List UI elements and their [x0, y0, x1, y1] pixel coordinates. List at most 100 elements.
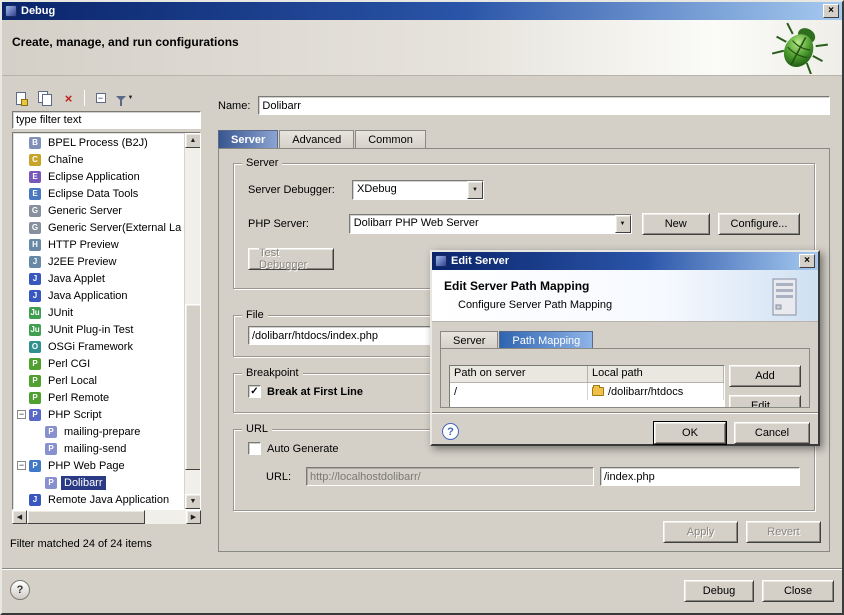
eclipse-data-tools-icon: E [29, 188, 41, 200]
breakpoint-group-title: Breakpoint [242, 367, 303, 379]
dropdown-arrow-icon[interactable]: ▼ [467, 181, 483, 199]
tree-item-label: JUnit [45, 306, 76, 320]
config-tree-container: BBPEL Process (B2J)CChaîneEEclipse Appli… [12, 132, 201, 510]
configure-server-button[interactable]: Configure... [718, 213, 800, 235]
file-group-title: File [242, 309, 268, 321]
tree-item-label: JUnit Plug-in Test [45, 323, 136, 337]
tree-item[interactable]: CChaîne [13, 151, 184, 168]
expander-icon[interactable]: − [17, 461, 26, 470]
tree-item[interactable]: H HTTP Preview [13, 236, 184, 253]
tree-item[interactable]: JJ2EE Preview [13, 253, 184, 270]
url-path-input[interactable] [600, 467, 800, 486]
duplicate-config-icon[interactable] [36, 90, 53, 107]
filter-input[interactable] [12, 111, 201, 129]
edit-mapping-button[interactable]: Edit... [729, 395, 801, 408]
ok-button[interactable]: OK [654, 422, 726, 444]
window-icon [5, 5, 17, 17]
tree-item[interactable]: EEclipse Application [13, 168, 184, 185]
modal-footer: ? OK Cancel [432, 412, 818, 452]
expander-spacer [17, 325, 28, 334]
http-preview-icon: H [29, 239, 41, 251]
tree-item[interactable]: JJava Application [13, 287, 184, 304]
debug-button[interactable]: Debug [684, 580, 754, 602]
tree-item[interactable]: PPerl Local [13, 372, 184, 389]
new-config-icon[interactable] [12, 90, 29, 107]
dropdown-arrow-icon[interactable]: ▼ [615, 215, 631, 233]
delete-config-icon[interactable]: × [60, 90, 77, 107]
scroll-down-icon[interactable]: ▼ [185, 494, 201, 509]
filter-icon[interactable]: ▼ [116, 90, 133, 107]
add-mapping-button[interactable]: Add [729, 365, 801, 387]
url-group-title: URL [242, 423, 272, 435]
help-icon[interactable]: ? [442, 423, 459, 440]
tree-item[interactable]: JuJUnit [13, 304, 184, 321]
php-script-icon: P [29, 409, 41, 421]
tree-item[interactable]: BBPEL Process (B2J) [13, 134, 184, 151]
tree-item[interactable]: GGeneric Server [13, 202, 184, 219]
scrollbar-track[interactable] [185, 148, 200, 494]
tree-item[interactable]: −PPHP Web Page [13, 457, 184, 474]
tab-common[interactable]: Common [355, 130, 426, 149]
scroll-right-icon[interactable]: ▶ [186, 510, 201, 524]
close-icon[interactable]: × [799, 254, 815, 268]
auto-generate-checkbox[interactable]: ✓ [248, 442, 261, 455]
name-label: Name: [218, 100, 250, 112]
php-server-select[interactable]: Dolibarr PHP Web Server ▼ [349, 214, 632, 234]
help-icon[interactable]: ? [10, 580, 30, 600]
tree-item[interactable]: GGeneric Server(External La [13, 219, 184, 236]
expander-spacer [17, 206, 28, 215]
scroll-left-icon[interactable]: ◀ [12, 510, 27, 524]
server-group-title: Server [242, 157, 282, 169]
tree-item[interactable]: −PPHP Script [13, 406, 184, 423]
cancel-button[interactable]: Cancel [734, 422, 810, 444]
config-tree: BBPEL Process (B2J)CChaîneEEclipse Appli… [13, 133, 184, 509]
modal-heading: Edit Server Path Mapping [444, 279, 589, 293]
tree-item[interactable]: Pmailing-prepare [13, 423, 184, 440]
server-debugger-label: Server Debugger: [248, 184, 352, 196]
tree-item-label: Perl Local [45, 374, 100, 388]
new-server-button[interactable]: New [642, 213, 710, 235]
name-input[interactable] [258, 96, 830, 115]
expander-spacer [33, 427, 44, 436]
tree-horizontal-scrollbar[interactable]: ◀ ▶ [12, 510, 201, 524]
tree-vertical-scrollbar[interactable]: ▲ ▼ [184, 133, 200, 509]
tree-item[interactable]: Pmailing-send [13, 440, 184, 457]
tree-item-label: mailing-prepare [61, 425, 143, 439]
j2ee-preview-icon: J [29, 256, 41, 268]
tab-modal-server[interactable]: Server [440, 331, 498, 349]
php-server-label: PHP Server: [248, 218, 349, 230]
server-debugger-select[interactable]: XDebug ▼ [352, 180, 484, 200]
tree-item[interactable]: PPerl CGI [13, 355, 184, 372]
expander-icon[interactable]: − [17, 410, 26, 419]
java-application-icon: J [29, 290, 41, 302]
tab-advanced[interactable]: Advanced [279, 130, 354, 149]
scrollbar-thumb[interactable] [185, 304, 201, 470]
modal-title: Edit Server [451, 255, 509, 267]
tree-item[interactable]: PDolibarr [13, 474, 184, 491]
tree-item[interactable]: EEclipse Data Tools [13, 185, 184, 202]
revert-button: Revert [746, 521, 821, 543]
tree-item[interactable]: OOSGi Framework [13, 338, 184, 355]
tree-item[interactable]: JJava Applet [13, 270, 184, 287]
table-row[interactable]: / /dolibarr/htdocs [450, 383, 724, 400]
tree-item[interactable]: PPerl Remote [13, 389, 184, 406]
tree-item[interactable]: JuJUnit Plug-in Test [13, 321, 184, 338]
tree-item-label: Perl CGI [45, 357, 93, 371]
tab-server[interactable]: Server [218, 130, 278, 149]
expander-spacer [17, 291, 28, 300]
filter-status: Filter matched 24 of 24 items [10, 538, 203, 550]
expander-spacer [17, 172, 28, 181]
tree-item-label: HTTP Preview [45, 238, 122, 252]
expander-spacer [17, 155, 28, 164]
tab-path-mapping[interactable]: Path Mapping [499, 331, 593, 349]
close-button[interactable]: Close [762, 580, 834, 602]
break-first-line-checkbox[interactable]: ✓ [248, 385, 261, 398]
scroll-up-icon[interactable]: ▲ [185, 133, 201, 148]
hscrollbar-thumb[interactable] [27, 510, 145, 524]
collapse-all-icon[interactable]: − [92, 90, 109, 107]
close-icon[interactable]: × [823, 4, 839, 18]
modal-subheading: Configure Server Path Mapping [458, 299, 612, 311]
tree-item[interactable]: JRemote Java Application [13, 491, 184, 508]
path-mapping-table: Path on server Local path / /dolibarr/ht… [449, 365, 725, 408]
column-header-path-on-server: Path on server [450, 366, 588, 383]
